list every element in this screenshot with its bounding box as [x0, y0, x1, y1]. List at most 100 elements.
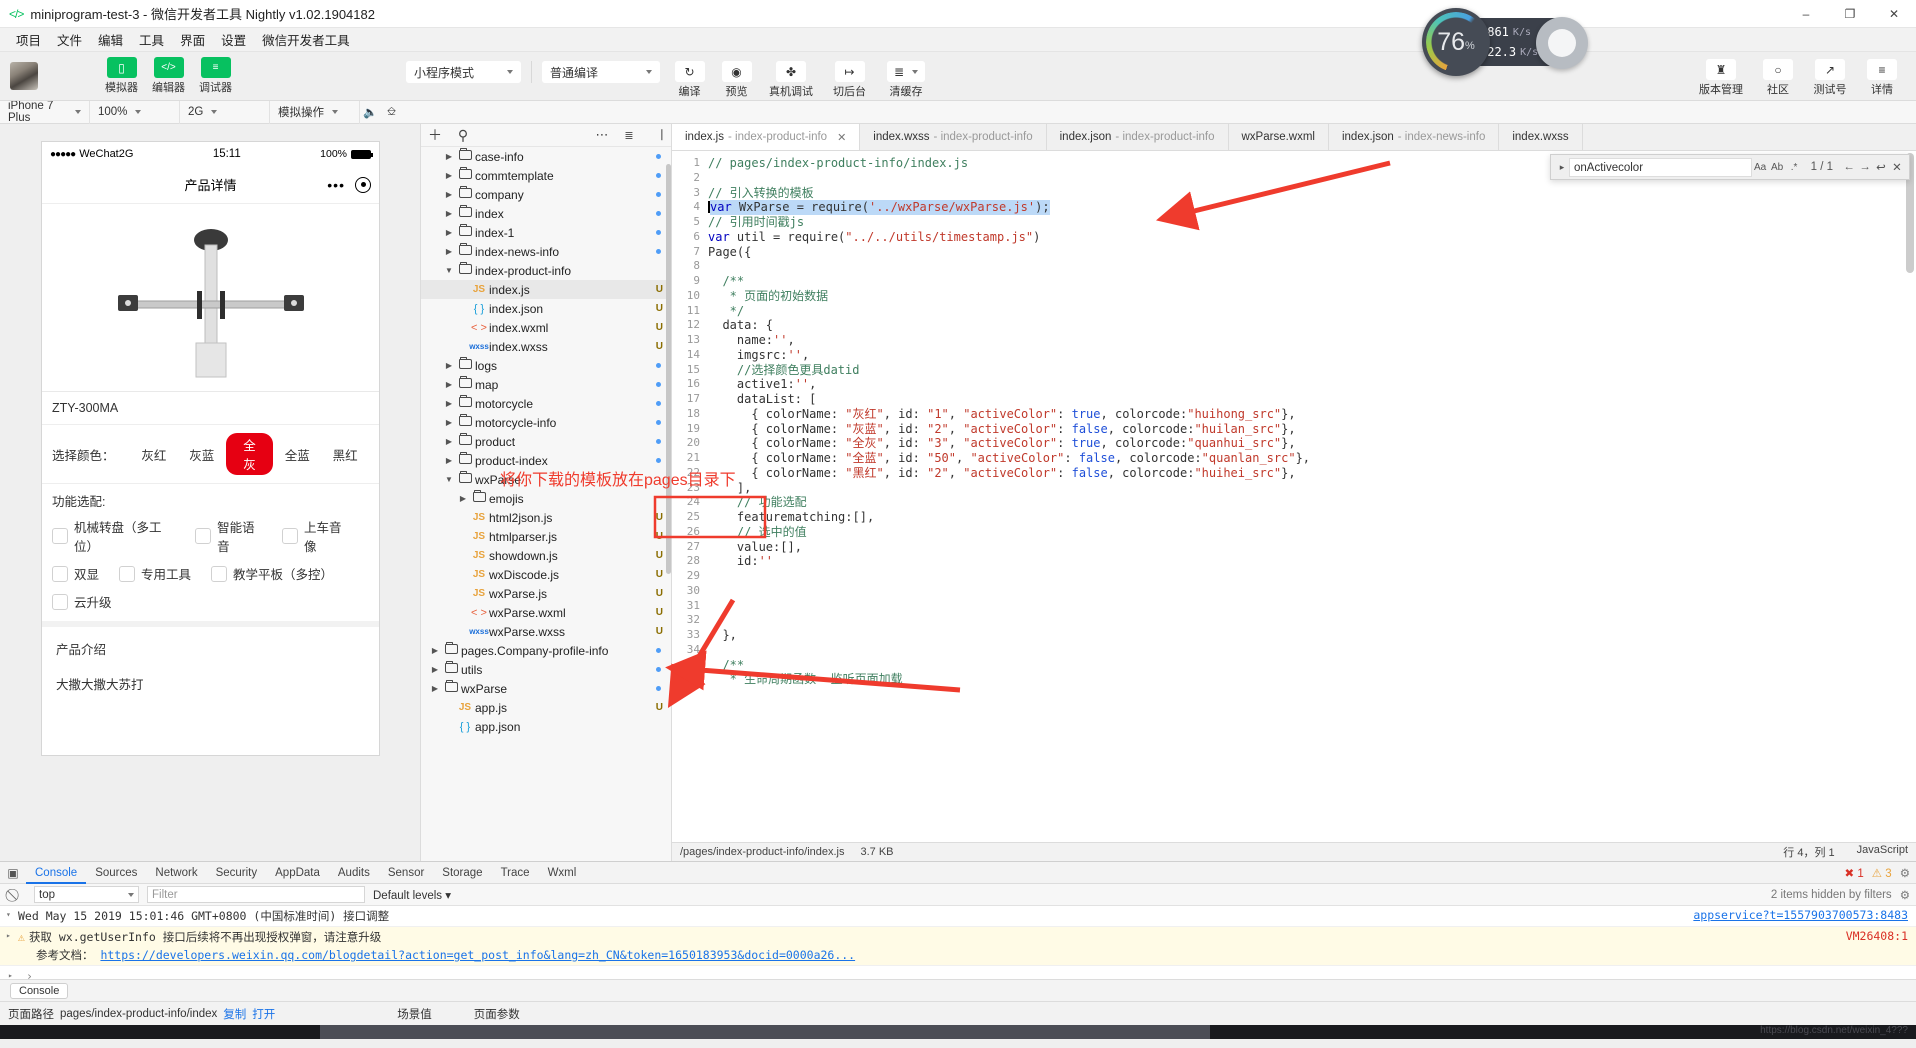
- twisty-icon[interactable]: ▶: [443, 437, 455, 446]
- code-line[interactable]: [708, 584, 1916, 599]
- tree-item[interactable]: ▶ emojis: [421, 489, 671, 508]
- devtools-tab-wxml[interactable]: Wxml: [539, 862, 586, 884]
- code-line[interactable]: //选择颜色更具datid: [708, 363, 1916, 378]
- twisty-icon[interactable]: ▼: [443, 475, 455, 484]
- code-line[interactable]: active1:'',: [708, 377, 1916, 392]
- editor-tabs[interactable]: index.js - index-product-info ✕ index.wxss -…: [672, 124, 1916, 151]
- console-warn-source[interactable]: VM26408:1: [1846, 929, 1908, 943]
- code-line[interactable]: // 选中的值: [708, 525, 1916, 540]
- twisty-icon[interactable]: ▶: [443, 190, 455, 199]
- maximize-button[interactable]: ❐: [1828, 0, 1872, 28]
- find-expand-icon[interactable]: ↩: [1873, 160, 1889, 174]
- code-line[interactable]: { colorName: "全蓝", id: "50", "activeColo…: [708, 451, 1916, 466]
- gear-icon[interactable]: ⚙: [1900, 866, 1910, 880]
- editor-tab[interactable]: index.js - index-product-info ✕: [672, 124, 861, 150]
- find-input[interactable]: onActivecolor: [1569, 157, 1752, 177]
- tree-item[interactable]: ▶ index-news-info: [421, 242, 671, 261]
- inspect-icon[interactable]: ▣: [0, 866, 26, 880]
- editor-tab[interactable]: index.json - index-product-info: [1047, 124, 1229, 150]
- code-line[interactable]: ],: [708, 481, 1916, 496]
- menu-item-project[interactable]: 项目: [8, 30, 49, 49]
- code-line[interactable]: data: {: [708, 318, 1916, 333]
- sort-icon[interactable]: ≣: [615, 129, 643, 142]
- checkbox-shangcheyinxiang[interactable]: [282, 528, 299, 544]
- devtools-tab-bar[interactable]: ▣ Console Sources Network Security AppData Au…: [0, 862, 1916, 884]
- compile-select[interactable]: 普通编译: [542, 61, 660, 83]
- devtools-tab-sources[interactable]: Sources: [86, 862, 146, 884]
- window-controls[interactable]: – ❐ ✕: [1784, 0, 1916, 28]
- screen-icon[interactable]: ⎒: [381, 101, 402, 124]
- code-line[interactable]: */: [708, 304, 1916, 319]
- code-line[interactable]: name:'',: [708, 333, 1916, 348]
- code-line[interactable]: { colorName: "黑红", id: "2", "activeColor…: [708, 466, 1916, 481]
- checkbox-zhuanyonggongju[interactable]: [119, 565, 136, 582]
- open-path-button[interactable]: 打开: [252, 1006, 275, 1022]
- code-line[interactable]: var WxParse = require('../wxParse/wxPars…: [708, 200, 1916, 215]
- mode-select[interactable]: 小程序模式: [406, 61, 521, 83]
- code-editor[interactable]: 1 2 3 4 5 6 7 8 9 10 11 12 13 14 15 16 17 18 19 20 21 22 23 24 2…: [672, 151, 1916, 842]
- console-log-row-warning[interactable]: ▸ ⚠ 获取 wx.getUserInfo 接口后续将不再出现授权弹窗，请注意升级…: [0, 927, 1916, 966]
- find-next-icon[interactable]: →: [1857, 161, 1873, 173]
- devtools-tab-sensor[interactable]: Sensor: [379, 862, 433, 884]
- color-option-heihong[interactable]: 黑红: [321, 445, 369, 464]
- code-line[interactable]: [708, 643, 1916, 658]
- tree-item[interactable]: JS html2json.js U: [421, 508, 671, 527]
- device-select[interactable]: iPhone 7 Plus: [0, 100, 90, 124]
- zoom-select[interactable]: 100%: [90, 100, 180, 124]
- close-button[interactable]: ✕: [1872, 0, 1916, 28]
- details-button[interactable]: ≡ 详情: [1856, 59, 1908, 97]
- menu-item-devtools[interactable]: 微信开发者工具: [254, 30, 358, 49]
- color-option-huilan[interactable]: 灰蓝: [178, 445, 226, 464]
- add-file-icon[interactable]: ＋: [421, 125, 449, 145]
- console-log-list[interactable]: ▾ Wed May 15 2019 15:01:46 GMT+0800 (中国标…: [0, 906, 1916, 979]
- code-line[interactable]: featurematching:[],: [708, 510, 1916, 525]
- code-line[interactable]: /**: [708, 274, 1916, 289]
- code-line[interactable]: { colorName: "灰红", id: "1", "activeColor…: [708, 407, 1916, 422]
- twisty-icon[interactable]: ▶: [443, 171, 455, 180]
- tree-item[interactable]: ▶ product-index: [421, 451, 671, 470]
- clear-cache-button[interactable]: ≣ 清缓存: [877, 61, 935, 99]
- twisty-icon[interactable]: ▼: [443, 266, 455, 275]
- whole-word-icon[interactable]: Ab: [1769, 162, 1786, 173]
- twisty-icon[interactable]: ▶: [443, 209, 455, 218]
- code-line[interactable]: // 功能选配: [708, 495, 1916, 510]
- toggle-simulator-button[interactable]: ▯ 模拟器: [98, 57, 145, 95]
- code-line[interactable]: /**: [708, 658, 1916, 673]
- version-control-button[interactable]: ♜ 版本管理: [1690, 59, 1752, 97]
- twisty-icon[interactable]: ▶: [443, 247, 455, 256]
- console-warn-link[interactable]: https://developers.weixin.qq.com/blogdet…: [100, 948, 855, 962]
- console-context-select[interactable]: top: [34, 886, 139, 903]
- menu-item-settings[interactable]: 设置: [213, 30, 254, 49]
- menu-item-edit[interactable]: 编辑: [90, 30, 131, 49]
- code-line[interactable]: // 引入转换的模板: [708, 186, 1916, 201]
- checkbox-yunshengji[interactable]: [52, 593, 68, 610]
- drawer-tab-console[interactable]: Console: [10, 982, 69, 999]
- overlay-knob[interactable]: [1536, 17, 1588, 69]
- performance-overlay[interactable]: ↑ 861 K/s ↓ 22.3 K/s 76 %: [1422, 8, 1588, 76]
- menu-item-file[interactable]: 文件: [49, 30, 90, 49]
- tree-item[interactable]: ▶ index: [421, 204, 671, 223]
- tree-item[interactable]: ▶ map: [421, 375, 671, 394]
- tree-item[interactable]: ▶ motorcycle-info: [421, 413, 671, 432]
- search-icon[interactable]: ⚲: [449, 127, 477, 144]
- tree-item[interactable]: JS app.js U: [421, 698, 671, 717]
- devtools-tab-appdata[interactable]: AppData: [266, 862, 329, 884]
- tree-item[interactable]: ▶ commtemplate: [421, 166, 671, 185]
- code-content[interactable]: // pages/index-product-info/index.js // …: [708, 151, 1916, 842]
- code-line[interactable]: value:[],: [708, 540, 1916, 555]
- code-line[interactable]: Page({: [708, 245, 1916, 260]
- editor-tab[interactable]: index.wxss: [1499, 124, 1583, 150]
- devtools-tab-trace[interactable]: Trace: [492, 862, 539, 884]
- error-count[interactable]: ✖ 1: [1845, 866, 1864, 880]
- clear-console-icon[interactable]: ⃠: [4, 887, 26, 903]
- console-log-source[interactable]: appservice?t=1557903700573:8483: [1693, 908, 1908, 922]
- tree-item[interactable]: JS wxDiscode.js U: [421, 565, 671, 584]
- twisty-icon[interactable]: ▶: [443, 380, 455, 389]
- background-button[interactable]: ↦ 切后台: [822, 61, 877, 99]
- community-button[interactable]: ○ 社区: [1752, 59, 1804, 97]
- code-line[interactable]: var util = require("../../utils/timestam…: [708, 230, 1916, 245]
- code-line[interactable]: { colorName: "灰蓝", id: "2", "activeColor…: [708, 422, 1916, 437]
- expand-triangle-icon[interactable]: ▾: [6, 908, 18, 919]
- checkbox-zhinengyuyin[interactable]: [195, 528, 212, 544]
- expand-triangle-icon[interactable]: ▸: [6, 929, 18, 940]
